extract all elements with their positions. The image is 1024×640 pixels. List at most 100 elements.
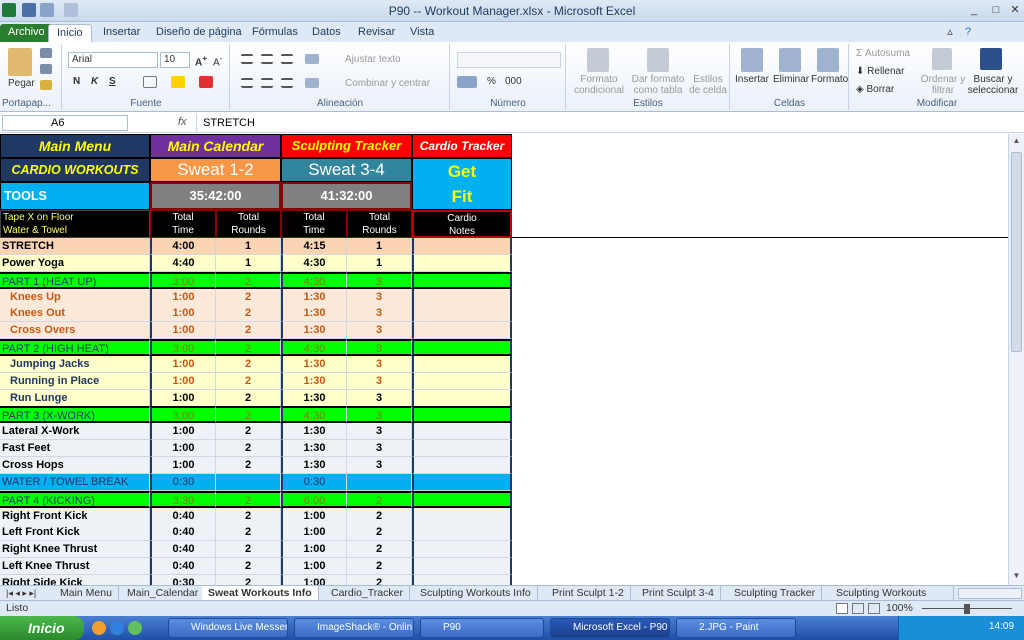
value-cell[interactable]: 6:00 (281, 490, 347, 508)
value-cell[interactable]: 1:00 (281, 574, 347, 585)
value-cell[interactable]: 3 (347, 389, 412, 407)
exercise-name[interactable]: Power Yoga (0, 254, 150, 272)
value-cell[interactable]: 2 (216, 305, 281, 323)
bold-button[interactable]: N (73, 76, 80, 87)
copy-icon[interactable] (40, 64, 52, 74)
value-cell[interactable]: 3 (347, 322, 412, 340)
find-select-button[interactable]: Buscar y seleccionar (964, 74, 1022, 96)
value-cell[interactable]: 4:30 (281, 271, 347, 289)
formula-input[interactable]: STRETCH (196, 114, 1012, 132)
exercise-row[interactable]: Left Front Kick 0:40 2 1:00 2 (0, 524, 512, 542)
value-cell[interactable]: 1 (216, 238, 281, 255)
align-center-icon[interactable] (261, 78, 273, 88)
exercise-name[interactable]: PART 2 (HIGH HEAT) (0, 339, 150, 356)
sheet-nav-icon[interactable]: |◂ ◂ ▸ ▸| (0, 586, 54, 601)
zoom-level[interactable]: 100% (886, 602, 913, 614)
currency-icon[interactable] (457, 76, 477, 88)
cardio-notes-cell[interactable] (412, 372, 512, 390)
main-menu-link[interactable]: Main Menu (0, 134, 150, 158)
value-cell[interactable]: 2 (347, 490, 412, 508)
indent-icon[interactable] (305, 78, 319, 88)
conditional-format-icon[interactable] (587, 48, 609, 72)
value-cell[interactable]: 0:30 (150, 473, 216, 491)
fill-button[interactable]: ⬇ Rellenar (856, 66, 904, 77)
font-color-icon[interactable] (199, 76, 213, 88)
autosum-button[interactable]: Σ Autosuma (856, 48, 910, 59)
value-cell[interactable]: 2 (216, 457, 281, 474)
start-button[interactable]: Inicio (0, 616, 84, 640)
sheet-tab[interactable]: Main Menu (54, 586, 119, 601)
value-cell[interactable]: 1:00 (150, 356, 216, 373)
zoom-slider-thumb[interactable] (964, 604, 970, 614)
insert-cells-icon[interactable] (741, 48, 763, 72)
maximize-button[interactable]: □ (984, 2, 1008, 18)
exercise-name[interactable]: Knees Out (0, 305, 150, 323)
value-cell[interactable]: 2 (347, 507, 412, 525)
sheet-tab[interactable]: Main_Calendar (121, 586, 206, 601)
value-cell[interactable]: 0:40 (150, 524, 216, 542)
cardio-notes-cell[interactable] (412, 473, 512, 491)
sort-filter-icon[interactable] (932, 48, 952, 70)
value-cell[interactable]: 1:00 (150, 440, 216, 458)
font-size-select[interactable]: 10 (160, 52, 190, 68)
value-cell[interactable]: 3 (347, 406, 412, 424)
vertical-scrollbar[interactable]: ▲ ▼ (1008, 134, 1024, 585)
exercise-name[interactable]: STRETCH (0, 238, 150, 255)
sheet-tab[interactable]: Sculpting Workouts Summ (830, 586, 954, 601)
cut-icon[interactable] (40, 48, 52, 58)
value-cell[interactable]: 3 (347, 305, 412, 323)
cardio-notes-cell[interactable] (412, 507, 512, 525)
exercise-row[interactable]: Fast Feet 1:00 2 1:30 3 (0, 440, 512, 458)
exercise-row[interactable]: Cross Hops 1:00 2 1:30 3 (0, 457, 512, 474)
exercise-row[interactable]: Jumping Jacks 1:00 2 1:30 3 (0, 356, 512, 373)
value-cell[interactable]: 2 (216, 574, 281, 585)
minimize-button[interactable]: _ (962, 2, 986, 18)
paste-icon[interactable] (8, 48, 32, 76)
exercise-row[interactable]: Left Knee Thrust 0:40 2 1:00 2 (0, 558, 512, 575)
taskbar-item[interactable]: Windows Live Messen... (168, 618, 288, 638)
format-table-button[interactable]: Dar formato como tabla (629, 74, 687, 96)
delete-button[interactable]: Eliminar (773, 74, 809, 85)
value-cell[interactable]: 1:00 (150, 423, 216, 441)
desktop-quicklaunch-icon[interactable] (128, 621, 142, 635)
value-cell[interactable]: 4:30 (281, 339, 347, 356)
value-cell[interactable]: 4:00 (150, 238, 216, 255)
scroll-up-icon[interactable]: ▲ (1011, 136, 1022, 148)
sheet-tab[interactable]: Sculpting Tracker (728, 586, 823, 601)
value-cell[interactable]: 1:00 (281, 524, 347, 542)
exercise-row[interactable]: Right Knee Thrust 0:40 2 1:00 2 (0, 541, 512, 559)
value-cell[interactable]: 0:40 (150, 541, 216, 559)
exercise-name[interactable]: PART 4 (KICKING) (0, 490, 150, 508)
value-cell[interactable]: 2 (216, 507, 281, 525)
exercise-row[interactable]: Right Front Kick 0:40 2 1:00 2 (0, 507, 512, 525)
exercise-row[interactable]: PART 3 (X-WORK) 3:00 2 4:30 3 (0, 406, 512, 424)
sheet-tab-active[interactable]: Sweat Workouts Info (202, 586, 319, 601)
value-cell[interactable]: 3 (347, 457, 412, 474)
tab-vista[interactable]: Vista (402, 24, 442, 42)
delete-cells-icon[interactable] (779, 48, 801, 72)
name-box[interactable]: A6 (2, 115, 128, 131)
orientation-icon[interactable] (305, 54, 319, 64)
value-cell[interactable]: 1:30 (281, 356, 347, 373)
value-cell[interactable]: 3:00 (150, 339, 216, 356)
sheet-tab[interactable]: Cardio_Tracker (325, 586, 410, 601)
value-cell[interactable]: 4:30 (281, 254, 347, 272)
value-cell[interactable]: 2 (216, 490, 281, 508)
exercise-name[interactable]: Right Side Kick (0, 574, 150, 585)
close-button[interactable]: ✕ (1006, 2, 1024, 18)
ie-quicklaunch-icon[interactable] (110, 621, 124, 635)
clear-button[interactable]: ◈ Borrar (856, 84, 894, 95)
scroll-thumb[interactable] (1011, 152, 1022, 352)
cardio-notes-cell[interactable] (412, 440, 512, 458)
value-cell[interactable]: 0:40 (150, 507, 216, 525)
worksheet-grid[interactable]: Main Menu Main Calendar Sculpting Tracke… (0, 134, 1008, 585)
align-bottom-icon[interactable] (281, 54, 293, 64)
format-table-icon[interactable] (647, 48, 669, 72)
value-cell[interactable]: 1:00 (281, 541, 347, 559)
value-cell[interactable]: 2 (216, 339, 281, 356)
cardio-notes-cell[interactable] (412, 271, 512, 289)
page-break-icon[interactable] (868, 603, 880, 614)
tab-datos[interactable]: Datos (304, 24, 349, 42)
horizontal-scrollbar[interactable] (958, 588, 1022, 599)
exercise-name[interactable]: WATER / TOWEL BREAK (0, 473, 150, 491)
